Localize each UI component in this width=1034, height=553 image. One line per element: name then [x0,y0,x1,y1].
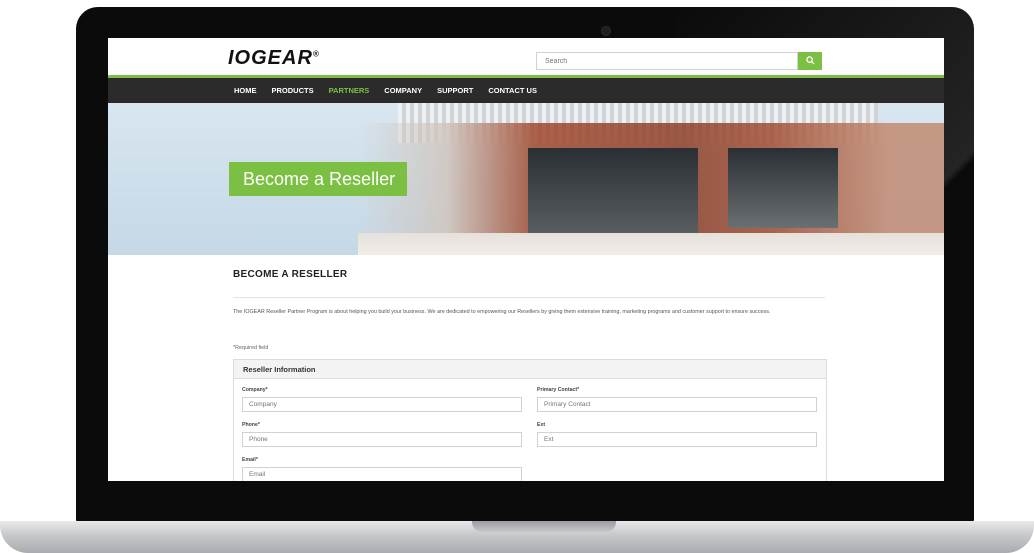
phone-label: Phone* [242,422,260,428]
primary-contact-field[interactable] [537,397,817,412]
main-nav: HOME PRODUCTS PARTNERS COMPANY SUPPORT C… [108,78,944,103]
required-note: *Required field [233,345,269,351]
logo-text: IOGEAR [228,47,313,69]
ext-label: Ext [537,422,546,428]
logo-registered-mark: ® [312,49,320,59]
browser-screen: IOGEAR® HOME PRODUCTS PARTNERS COMPANY S… [108,38,944,481]
ext-field[interactable] [537,432,817,447]
nav-item-home[interactable]: HOME [234,78,257,103]
hero-ground [358,233,944,255]
company-field[interactable] [242,397,522,412]
hero-window [728,148,838,228]
nav-item-products[interactable]: PRODUCTS [272,78,314,103]
site-logo[interactable]: IOGEAR® [228,47,320,70]
nav-item-company[interactable]: COMPANY [384,78,422,103]
hero-banner: Become a Reseller [108,103,944,255]
intro-text: The IOGEAR Reseller Partner Program is a… [233,309,771,315]
laptop-base [0,521,1034,553]
search-input[interactable] [536,52,798,70]
phone-field[interactable] [242,432,522,447]
nav-item-support[interactable]: SUPPORT [437,78,473,103]
laptop-notch [472,521,616,532]
search-icon [805,55,815,65]
become-reseller-button[interactable]: Become a Reseller [229,162,407,196]
hero-window [528,148,698,236]
search-button[interactable] [798,52,822,70]
title-divider [233,297,825,298]
search-bar [536,52,822,70]
email-field[interactable] [242,467,522,481]
site-header: IOGEAR® [108,38,944,76]
camera [602,27,610,35]
nav-item-partners[interactable]: PARTNERS [329,78,370,103]
panel-title: Reseller Information [234,360,826,379]
company-label: Company* [242,387,268,393]
email-label: Email* [242,457,258,463]
primary-contact-label: Primary Contact* [537,387,580,393]
nav-item-contact-us[interactable]: CONTACT US [488,78,537,103]
page-title: BECOME A RESELLER [233,269,348,280]
reseller-info-panel: Reseller Information Company* Primary Co… [233,359,827,481]
